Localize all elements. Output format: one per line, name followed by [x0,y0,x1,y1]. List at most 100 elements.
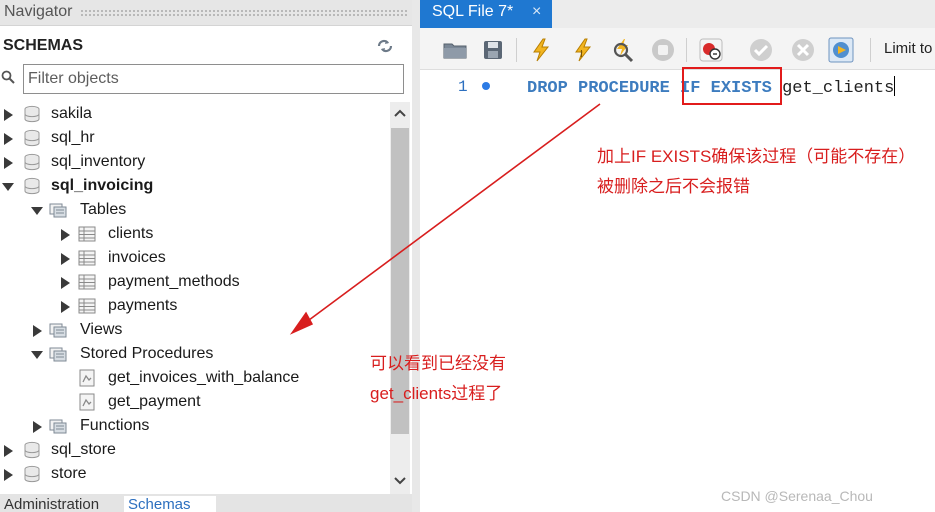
caret-right-icon[interactable] [59,228,71,241]
svg-text:I: I [580,49,583,60]
toolbar-separator [870,38,871,62]
refresh-icon[interactable] [376,38,394,54]
editor-tabbar: SQL File 7* × [420,0,935,28]
keyword-procedure: PROCEDURE [578,79,670,98]
tree-item-folder[interactable]: Views [0,318,390,342]
tree-item-label: payment_methods [108,273,240,290]
watermark: CSDN @Serenaa_Chou [721,488,873,504]
tree-scrollbar[interactable] [390,102,410,494]
tree-item-table[interactable]: payment_methods [0,270,390,294]
schemas-title: SCHEMAS [3,37,84,54]
caret-down-icon[interactable] [2,180,14,192]
execute-lightning-icon[interactable] [528,37,554,63]
stop-hand-icon[interactable] [650,37,676,63]
tree-item-schema[interactable]: sakila [0,102,390,126]
text-cursor [894,76,896,96]
navigator-header: Navigator [0,0,412,26]
tree-item-label: Stored Procedures [80,345,214,362]
autocommit-toggle-icon[interactable] [828,37,854,63]
sql-editor: SQL File 7* × I Limit to 1 DROP PROCEDUR… [420,0,935,512]
annotation-highlight-box [682,67,782,105]
caret-right-icon[interactable] [2,468,14,481]
tree-item-label: store [51,465,87,482]
database-icon [23,153,41,171]
table-icon [78,297,96,315]
caret-right-icon[interactable] [59,276,71,289]
caret-right-icon[interactable] [59,300,71,313]
database-icon [23,441,41,459]
caret-right-icon[interactable] [2,132,14,145]
editor-toolbar: I Limit to [420,28,935,70]
tree-item-procedure[interactable]: get_invoices_with_balance [0,366,390,390]
tree-item-schema[interactable]: sql_invoicing [0,174,390,198]
tab-administration[interactable]: Administration [0,496,103,512]
tree-item-folder[interactable]: Stored Procedures [0,342,390,366]
tree-item-table[interactable]: clients [0,222,390,246]
statement-marker-icon [482,82,490,90]
tab-schemas[interactable]: Schemas [124,496,216,512]
tree-item-label: sakila [51,105,92,122]
tree-item-label: get_payment [108,393,201,410]
table-icon [78,273,96,291]
tree-item-label: sql_store [51,441,116,458]
folder-icon [49,321,67,339]
folder-icon [49,417,67,435]
caret-right-icon[interactable] [31,324,43,337]
stop-on-error-icon[interactable] [698,37,724,63]
tree-item-label: sql_invoicing [51,177,154,194]
caret-right-icon[interactable] [2,444,14,457]
tree-item-label: Functions [80,417,150,434]
tree-item-label: invoices [108,249,166,266]
table-icon [78,249,96,267]
folder-icon [49,201,67,219]
close-icon[interactable]: × [532,3,541,21]
caret-right-icon[interactable] [59,252,71,265]
schemas-header: SCHEMAS [0,34,412,58]
execute-current-statement-icon[interactable]: I [570,37,596,63]
tree-item-label: Views [80,321,123,338]
caret-right-icon[interactable] [2,108,14,121]
chevron-up-icon[interactable] [393,106,407,120]
tree-item-label: Tables [80,201,127,218]
annotation-no-procedure: 可以看到已经没有get_clients过程了 [370,354,506,403]
panel-grip[interactable] [80,9,408,17]
save-icon[interactable] [480,37,506,63]
tree-item-table[interactable]: invoices [0,246,390,270]
caret-right-icon[interactable] [31,420,43,433]
procedure-icon [78,393,96,411]
open-folder-icon[interactable] [442,37,468,63]
database-icon [23,105,41,123]
folder-icon [49,345,67,363]
caret-down-icon[interactable] [31,348,43,360]
tree-item-folder[interactable]: Tables [0,198,390,222]
limit-rows-label[interactable]: Limit to [884,40,932,57]
tree-item-procedure[interactable]: get_payment [0,390,390,414]
code-area[interactable]: 1 DROP PROCEDURE IF EXISTS get_clients [420,67,935,512]
tree-item-schema[interactable]: sql_store [0,438,390,462]
keyword-drop: DROP [527,79,568,98]
search-icon [1,70,15,84]
tree-item-label: get_invoices_with_balance [108,369,300,386]
explain-magnifier-icon[interactable] [610,37,636,63]
commit-check-icon[interactable] [748,37,774,63]
toolbar-separator [686,38,687,62]
chevron-down-icon[interactable] [393,474,407,488]
filter-objects-input[interactable] [23,64,404,94]
navigator-title: Navigator [4,3,73,20]
rollback-cancel-icon[interactable] [790,37,816,63]
tree-item-table[interactable]: payments [0,294,390,318]
database-icon [23,129,41,147]
tree-item-label: payments [108,297,178,314]
caret-down-icon[interactable] [31,204,43,216]
annotation-if-exists: 加上IF EXISTS确保该过程（可能不存在）被删除之后不会报错 [597,147,916,196]
caret-right-icon[interactable] [2,156,14,169]
tab-sql-file-label: SQL File 7* [432,3,514,20]
tree-item-schema[interactable]: sql_hr [0,126,390,150]
database-icon [23,465,41,483]
tree-item-folder[interactable]: Functions [0,414,390,438]
tree-item-schema[interactable]: store [0,462,390,486]
panel-splitter[interactable] [412,0,420,512]
tab-sql-file[interactable]: SQL File 7* × [420,0,552,28]
tree-item-schema[interactable]: sql_inventory [0,150,390,174]
toolbar-separator [516,38,517,62]
